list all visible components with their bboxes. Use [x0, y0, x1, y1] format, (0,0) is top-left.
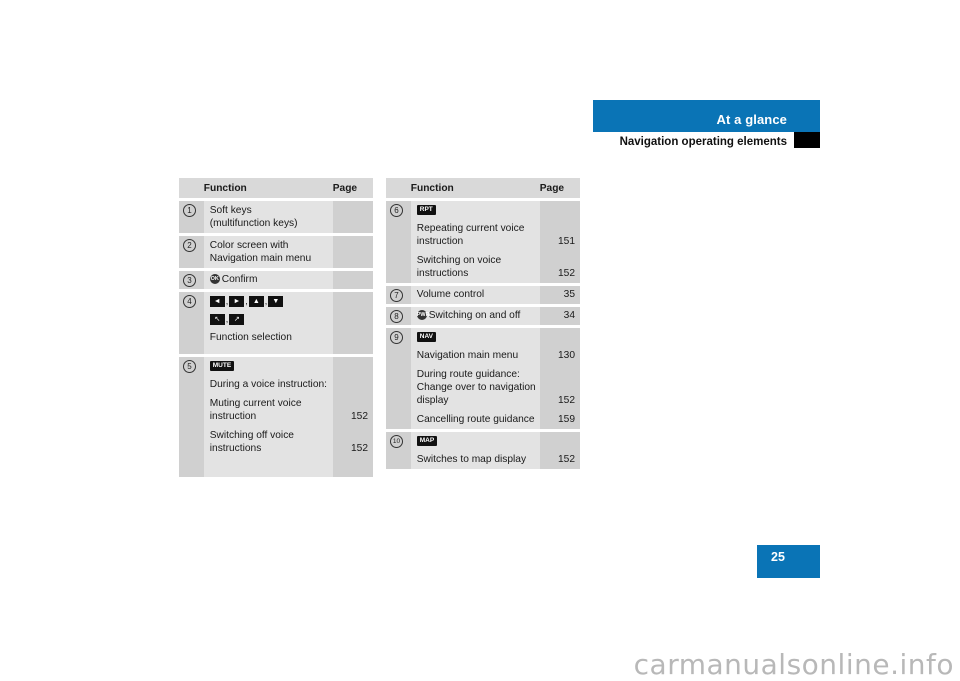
table-row: 4 ◄, ►, ▲, ▼ ↖, ↗ Function selection: [179, 290, 373, 357]
header-page: Page: [332, 178, 373, 201]
nav-key-icon: NAV: [416, 332, 437, 343]
subsection-title: Navigation operating elements: [619, 136, 787, 148]
item-number: 3: [183, 274, 196, 287]
section-tab-marker: [794, 132, 820, 148]
ok-button-icon: OK: [209, 274, 220, 285]
function-text: Switches to map display: [416, 454, 527, 465]
header-function: Function: [410, 178, 540, 201]
header-number: [179, 178, 204, 201]
function-text: (multifunction keys): [209, 218, 298, 229]
page-ref: 151: [558, 236, 575, 247]
arrow-up-key-icon: ▲: [248, 295, 264, 307]
page-ref: 152: [351, 411, 368, 422]
function-text: instructions: [416, 268, 469, 279]
table-row: 10 MAP Switches to map display 152: [386, 430, 580, 472]
item-number: 6: [390, 204, 403, 217]
arrow-diagonal-upright-key-icon: ↗: [229, 313, 245, 325]
table-row: 2 Color screen with Navigation main menu: [179, 234, 373, 271]
function-text: During a voice instruction:: [209, 379, 327, 390]
table-row: 8 PWRSwitching on and off 34: [386, 305, 580, 328]
section-header-bar: At a glance: [593, 100, 820, 132]
item-number: 5: [183, 360, 196, 373]
item-number: 4: [183, 295, 196, 308]
function-text: Function selection: [209, 332, 292, 343]
function-text: Switching on voice: [416, 255, 502, 266]
item-number: 7: [390, 289, 403, 302]
function-text: Change over to navigation: [416, 382, 536, 393]
function-text: Navigation main menu: [416, 350, 519, 361]
page-number-box: 25: [757, 545, 820, 578]
arrow-left-key-icon: ◄: [209, 295, 225, 307]
page-ref: 152: [351, 443, 368, 454]
page-ref: 130: [558, 350, 575, 361]
header-function: Function: [203, 178, 333, 201]
page-ref: 35: [563, 289, 575, 300]
header-page: Page: [539, 178, 580, 201]
page-ref: 34: [563, 310, 575, 321]
page-ref: 152: [558, 395, 575, 406]
item-number: 9: [390, 331, 403, 344]
function-text: Switching on and off: [428, 310, 521, 321]
function-text: During route guidance:: [416, 369, 520, 380]
table-row: 7 Volume control 35: [386, 284, 580, 307]
table-row: 9 NAV Navigation main menu During route …: [386, 326, 580, 432]
arrow-down-key-icon: ▼: [268, 295, 284, 307]
header-number: [386, 178, 411, 201]
function-text: instruction: [209, 411, 257, 422]
watermark: carmanualsonline.info: [633, 648, 954, 681]
function-text: Volume control: [416, 289, 485, 300]
function-text: instruction: [416, 236, 464, 247]
map-key-icon: MAP: [416, 436, 438, 447]
item-number: 10: [390, 435, 403, 448]
page-ref: 152: [558, 454, 575, 465]
function-text: Navigation main menu: [209, 253, 312, 264]
function-table-right: Function Page 6 RPT Repeating current vo…: [386, 178, 580, 472]
mute-key-icon: MUTE: [209, 361, 235, 372]
item-number: 1: [183, 204, 196, 217]
function-table-left: Function Page 1 Soft keys (multifunction…: [179, 178, 373, 480]
function-text: Cancelling route guidance: [416, 414, 535, 425]
function-text: Confirm: [221, 274, 258, 285]
page-ref: 159: [558, 414, 575, 425]
table-row: 5 MUTE During a voice instruction: Mutin…: [179, 355, 373, 480]
function-text: Muting current voice: [209, 398, 302, 409]
page-number: 25: [771, 550, 785, 564]
function-text: instructions: [209, 443, 262, 454]
power-button-icon: PWR: [416, 310, 430, 321]
arrow-right-key-icon: ►: [229, 295, 245, 307]
section-title: At a glance: [716, 112, 787, 127]
function-text: Switching off voice: [209, 430, 294, 441]
table-row: 6 RPT Repeating current voice instructio…: [386, 199, 580, 286]
function-text: display: [416, 395, 449, 406]
function-text: Repeating current voice: [416, 223, 525, 234]
table-row: 3 OK Confirm: [179, 269, 373, 292]
page-ref: 152: [558, 268, 575, 279]
arrow-diagonal-upleft-key-icon: ↖: [209, 313, 225, 325]
rpt-key-icon: RPT: [416, 205, 436, 216]
table-row: 1 Soft keys (multifunction keys): [179, 199, 373, 236]
function-text: Color screen with: [209, 240, 289, 251]
function-text: Soft keys: [209, 205, 252, 216]
item-number: 8: [390, 310, 403, 323]
item-number: 2: [183, 239, 196, 252]
